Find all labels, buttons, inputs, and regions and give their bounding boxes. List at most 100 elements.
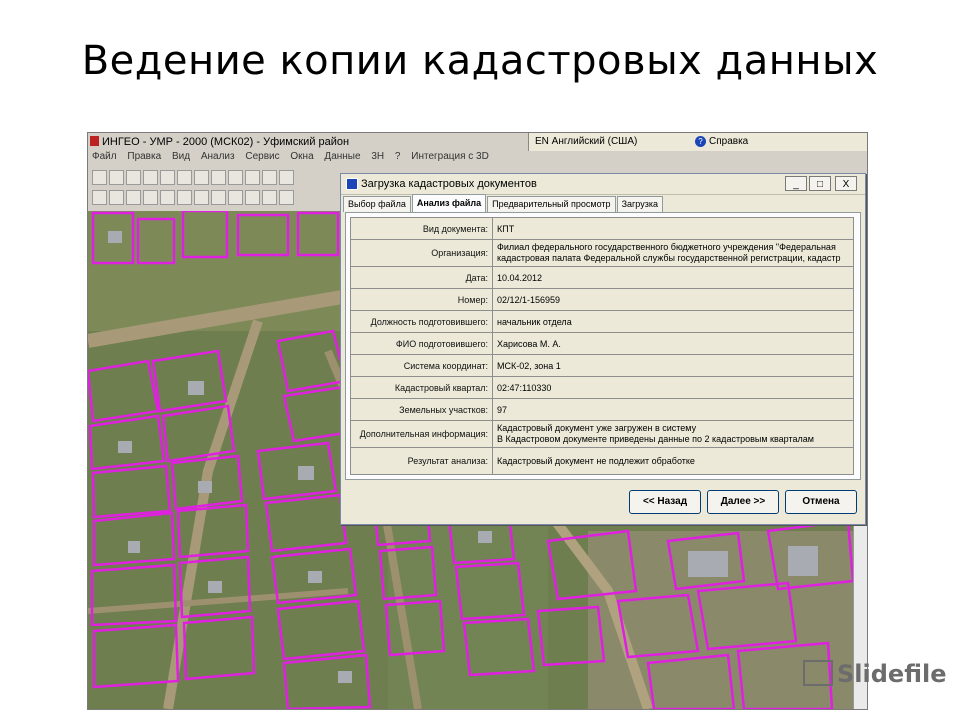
zoom-extent-icon[interactable] [262, 170, 277, 185]
row-value-additional-info: Кадастровый документ уже загружен в сист… [492, 420, 854, 448]
cadastral-load-dialog: Загрузка кадастровых документов _ □ X Вы… [340, 173, 866, 525]
tab-load[interactable]: Загрузка [616, 196, 663, 212]
menu-file[interactable]: Файл [92, 151, 117, 162]
row-value: 02/12/1-156959 [492, 288, 854, 311]
row-value: 10.04.2012 [492, 266, 854, 289]
paste-icon[interactable] [279, 190, 294, 205]
menu-3n[interactable]: 3Н [371, 151, 384, 162]
toolbar-row-2 [92, 190, 294, 208]
menu-help[interactable]: ? [395, 151, 401, 162]
menu-view[interactable]: Вид [172, 151, 190, 162]
menu-3d-integration[interactable]: Интеграция с 3D [411, 151, 489, 162]
analysis-panel: Вид документа: КПТ Организация: Филиал ф… [345, 212, 861, 480]
row-value: МСК-02, зона 1 [492, 354, 854, 377]
tab-preview[interactable]: Предварительный просмотр [487, 196, 616, 212]
dialog-tabs: Выбор файла Анализ файла Предварительный… [343, 194, 664, 212]
pan-icon[interactable] [211, 170, 226, 185]
tab-file-select[interactable]: Выбор файла [343, 196, 411, 212]
polygon-icon[interactable] [160, 190, 175, 205]
grid-intersect-icon[interactable] [228, 190, 243, 205]
row-label: Земельных участков: [350, 398, 493, 421]
row-label: Номер: [350, 288, 493, 311]
org-line-2: кадастровая палата Федеральной службы го… [497, 253, 841, 263]
cut-icon[interactable] [143, 170, 158, 185]
row-label: Организация: [350, 239, 493, 267]
watermark-text: Slidefile [837, 660, 947, 688]
print-icon[interactable] [126, 170, 141, 185]
help-label: Справка [709, 136, 749, 147]
row-label: Вид документа: [350, 217, 493, 240]
row-label: Дополнительная информация: [350, 420, 493, 448]
app-title: ИНГЕО - УМР - 2000 (МСК02) - Уфимский ра… [102, 136, 350, 148]
app-icon [90, 136, 99, 146]
menu-data[interactable]: Данные [324, 151, 360, 162]
language-indicator[interactable]: EN Английский (США) [535, 136, 637, 147]
zoom-in-icon[interactable] [228, 170, 243, 185]
refresh-icon[interactable] [279, 170, 294, 185]
select-arrow-icon[interactable] [92, 190, 107, 205]
org-line-1: Филиал федерального государственного бюд… [497, 242, 836, 252]
eraser-icon[interactable] [177, 170, 192, 185]
menu-windows[interactable]: Окна [290, 151, 313, 162]
select-region-icon[interactable] [126, 190, 141, 205]
dialog-titlebar: Загрузка кадастровых документов _ □ X [341, 174, 865, 195]
row-label: Система координат: [350, 354, 493, 377]
minimize-button[interactable]: _ [785, 176, 807, 191]
info-line-2: В Кадастровом документе приведены данные… [497, 434, 814, 444]
menu-service[interactable]: Сервис [245, 151, 279, 162]
row-value: начальник отдела [492, 310, 854, 333]
language-bar: EN Английский (США) ? Справка [528, 133, 867, 151]
table-row: Дополнительная информация: Кадастровый д… [350, 420, 854, 448]
menu-analysis[interactable]: Анализ [201, 151, 235, 162]
table-row: Земельных участков: 97 [350, 398, 854, 421]
info-line-1: Кадастровый документ уже загружен в сист… [497, 423, 697, 433]
table-row: Должность подготовившего: начальник отде… [350, 310, 854, 333]
open-folder-icon[interactable] [109, 170, 124, 185]
tab-file-analysis[interactable]: Анализ файла [411, 194, 487, 212]
open-icon[interactable] [92, 170, 107, 185]
row-value: КПТ [492, 217, 854, 240]
zoom-out-icon[interactable] [245, 170, 260, 185]
grid-select-icon[interactable] [177, 190, 192, 205]
node-edit-icon[interactable] [143, 190, 158, 205]
row-label: Должность подготовившего: [350, 310, 493, 333]
menu-edit[interactable]: Правка [127, 151, 161, 162]
row-value-organization: Филиал федерального государственного бюд… [492, 239, 854, 267]
table-row: Номер: 02/12/1-156959 [350, 288, 854, 311]
search-icon[interactable] [160, 170, 175, 185]
table-row: Организация: Филиал федерального государ… [350, 239, 854, 267]
row-value: Кадастровый документ не подлежит обработ… [492, 447, 854, 475]
layers-icon[interactable] [194, 170, 209, 185]
table-row: Дата: 10.04.2012 [350, 266, 854, 289]
close-button[interactable]: X [835, 176, 857, 191]
analysis-table: Вид документа: КПТ Организация: Филиал ф… [350, 217, 854, 475]
select-point-icon[interactable] [109, 190, 124, 205]
app-window: ИНГЕО - УМР - 2000 (МСК02) - Уфимский ра… [87, 132, 868, 710]
dialog-footer: << Назад Далее >> Отмена [629, 490, 857, 514]
grid-remove-icon[interactable] [211, 190, 226, 205]
help-button[interactable]: ? Справка [695, 136, 748, 147]
table-row: Вид документа: КПТ [350, 217, 854, 240]
measure-icon[interactable] [245, 190, 260, 205]
row-label: ФИО подготовившего: [350, 332, 493, 355]
maximize-button[interactable]: □ [809, 176, 831, 191]
watermark-logo: Slidefile [803, 660, 947, 688]
menu-bar: Файл Правка Вид Анализ Сервис Окна Данны… [88, 151, 528, 166]
slide-title: Ведение копии кадастровых данных [81, 38, 879, 84]
back-button[interactable]: << Назад [629, 490, 701, 514]
table-row: Кадастровый квартал: 02:47:110330 [350, 376, 854, 399]
row-label: Дата: [350, 266, 493, 289]
row-value: 02:47:110330 [492, 376, 854, 399]
row-value: 97 [492, 398, 854, 421]
row-label: Результат анализа: [350, 447, 493, 475]
table-row: Система координат: МСК-02, зона 1 [350, 354, 854, 377]
copy-icon[interactable] [262, 190, 277, 205]
row-value: Харисова М. А. [492, 332, 854, 355]
help-icon: ? [695, 136, 706, 147]
table-row: Результат анализа: Кадастровый документ … [350, 447, 854, 475]
grid-add-icon[interactable] [194, 190, 209, 205]
dialog-icon [346, 178, 358, 190]
next-button[interactable]: Далее >> [707, 490, 779, 514]
cancel-button[interactable]: Отмена [785, 490, 857, 514]
row-label: Кадастровый квартал: [350, 376, 493, 399]
